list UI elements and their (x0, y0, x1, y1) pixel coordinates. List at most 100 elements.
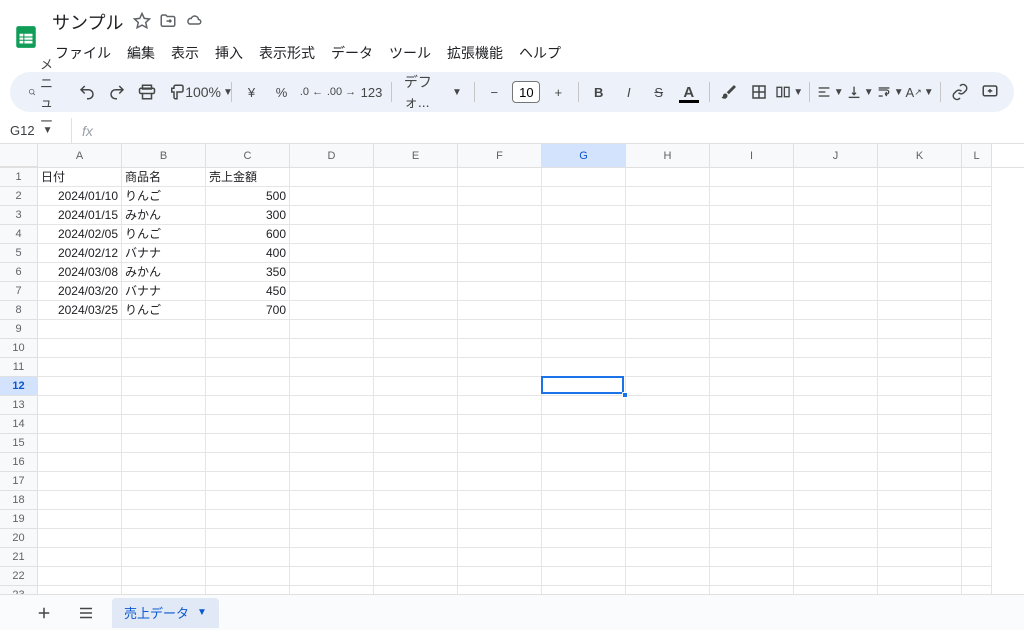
print-button[interactable] (133, 78, 161, 106)
cell[interactable]: 600 (206, 225, 290, 244)
font-size-decrease[interactable]: − (480, 78, 508, 106)
cell[interactable] (290, 529, 374, 548)
cell[interactable] (710, 320, 794, 339)
column-header[interactable]: A (38, 144, 122, 167)
cell[interactable] (542, 491, 626, 510)
cell[interactable]: 2024/01/10 (38, 187, 122, 206)
menu-help[interactable]: ヘルプ (512, 40, 568, 66)
cell[interactable] (878, 339, 962, 358)
cell[interactable] (290, 168, 374, 187)
cell[interactable]: 2024/02/05 (38, 225, 122, 244)
cell[interactable]: りんご (122, 225, 206, 244)
cell[interactable] (542, 510, 626, 529)
cell[interactable]: 2024/01/15 (38, 206, 122, 225)
cell[interactable] (542, 206, 626, 225)
cell[interactable] (962, 187, 992, 206)
cell[interactable] (290, 187, 374, 206)
fill-color-button[interactable] (715, 78, 743, 106)
cell[interactable] (458, 434, 542, 453)
cell[interactable] (122, 339, 206, 358)
cell[interactable] (542, 567, 626, 586)
cell[interactable]: 2024/03/08 (38, 263, 122, 282)
cell[interactable]: 商品名 (122, 168, 206, 187)
cell[interactable] (794, 263, 878, 282)
cell[interactable] (458, 453, 542, 472)
cell[interactable] (626, 301, 710, 320)
spreadsheet-grid[interactable]: ABCDEFGHIJKL 123456789101112131415161718… (0, 144, 1024, 626)
cell[interactable] (710, 282, 794, 301)
cell[interactable] (458, 529, 542, 548)
cell[interactable] (962, 529, 992, 548)
cell[interactable]: みかん (122, 263, 206, 282)
cell[interactable] (122, 472, 206, 491)
cell[interactable] (710, 377, 794, 396)
cell[interactable] (374, 567, 458, 586)
cell[interactable] (38, 529, 122, 548)
cell[interactable] (626, 377, 710, 396)
row-header[interactable]: 7 (0, 282, 38, 301)
cell[interactable] (794, 567, 878, 586)
cell[interactable] (962, 282, 992, 301)
cell[interactable] (794, 510, 878, 529)
cell[interactable] (626, 491, 710, 510)
cell[interactable] (290, 567, 374, 586)
cell[interactable] (38, 472, 122, 491)
cell[interactable] (374, 282, 458, 301)
row-header[interactable]: 1 (0, 168, 38, 187)
cell[interactable] (458, 415, 542, 434)
cell[interactable] (458, 510, 542, 529)
cell[interactable] (794, 320, 878, 339)
column-header[interactable]: I (710, 144, 794, 167)
cell[interactable] (374, 529, 458, 548)
cell[interactable] (206, 491, 290, 510)
cell[interactable] (794, 548, 878, 567)
row-header[interactable]: 3 (0, 206, 38, 225)
cell[interactable] (626, 548, 710, 567)
cell[interactable] (458, 282, 542, 301)
cell[interactable] (626, 282, 710, 301)
cell[interactable] (710, 225, 794, 244)
cell[interactable] (626, 225, 710, 244)
cell[interactable] (458, 472, 542, 491)
cell[interactable]: 2024/03/20 (38, 282, 122, 301)
cell[interactable] (374, 377, 458, 396)
cell[interactable] (710, 168, 794, 187)
cell[interactable] (710, 396, 794, 415)
cell[interactable] (710, 263, 794, 282)
cell[interactable] (878, 225, 962, 244)
column-header[interactable]: C (206, 144, 290, 167)
increase-decimal-button[interactable]: .00 → (327, 78, 355, 106)
cell[interactable] (458, 396, 542, 415)
text-rotation-button[interactable]: A↗▼ (906, 78, 934, 106)
cell[interactable] (794, 282, 878, 301)
cell[interactable] (290, 453, 374, 472)
cell[interactable] (626, 206, 710, 225)
cell[interactable] (38, 377, 122, 396)
row-header[interactable]: 6 (0, 263, 38, 282)
text-wrap-button[interactable]: ▼ (876, 78, 904, 106)
cell[interactable] (794, 434, 878, 453)
cell[interactable] (374, 187, 458, 206)
cell[interactable] (122, 358, 206, 377)
cell[interactable] (374, 320, 458, 339)
cell[interactable] (290, 548, 374, 567)
cell[interactable] (458, 491, 542, 510)
strikethrough-button[interactable]: S (645, 78, 673, 106)
cell[interactable] (206, 415, 290, 434)
cell[interactable] (542, 453, 626, 472)
cell[interactable] (962, 434, 992, 453)
cell[interactable] (374, 301, 458, 320)
cell[interactable] (710, 358, 794, 377)
cell[interactable] (542, 358, 626, 377)
cell[interactable] (542, 396, 626, 415)
decrease-decimal-button[interactable]: .0 ← (297, 78, 325, 106)
cell[interactable] (878, 244, 962, 263)
cell[interactable] (122, 567, 206, 586)
cell[interactable] (710, 510, 794, 529)
cell[interactable]: バナナ (122, 282, 206, 301)
cell[interactable] (38, 510, 122, 529)
row-header[interactable]: 20 (0, 529, 38, 548)
cell[interactable] (38, 548, 122, 567)
cell[interactable] (290, 491, 374, 510)
cell[interactable] (206, 510, 290, 529)
